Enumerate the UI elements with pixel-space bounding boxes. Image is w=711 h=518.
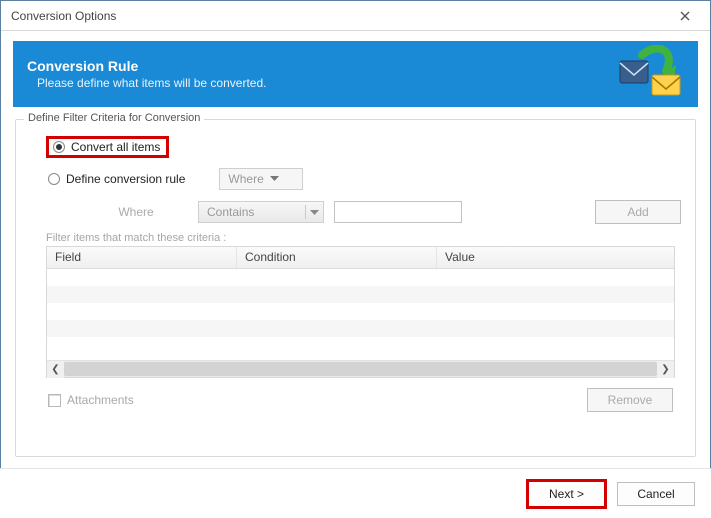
scroll-thumb[interactable] xyxy=(64,362,657,376)
attachments-label: Attachments xyxy=(67,393,134,407)
remove-button[interactable]: Remove xyxy=(587,388,673,412)
attachments-checkbox[interactable]: Attachments xyxy=(48,393,134,407)
criteria-hint: Filter items that match these criteria : xyxy=(30,232,681,244)
horizontal-scrollbar[interactable]: ❮ ❯ xyxy=(47,360,674,377)
radio-define-rule-label: Define conversion rule xyxy=(66,172,185,186)
cancel-button[interactable]: Cancel xyxy=(617,482,695,506)
table-row xyxy=(47,269,674,286)
checkbox-box xyxy=(48,394,61,407)
scroll-right-icon[interactable]: ❯ xyxy=(657,361,674,378)
add-button[interactable]: Add xyxy=(595,200,681,224)
banner-subtitle: Please define what items will be convert… xyxy=(27,76,266,90)
title-bar: Conversion Options xyxy=(1,1,710,31)
filter-criteria-group: Define Filter Criteria for Conversion Co… xyxy=(15,119,696,457)
banner-title: Conversion Rule xyxy=(27,58,266,74)
where-dropdown[interactable]: Where xyxy=(219,168,303,190)
mail-convert-icon xyxy=(618,45,684,101)
chevron-down-icon xyxy=(310,210,319,216)
window-title: Conversion Options xyxy=(11,9,668,23)
table-body xyxy=(47,269,674,360)
where-label: Where xyxy=(84,205,188,219)
group-legend: Define Filter Criteria for Conversion xyxy=(24,112,204,124)
table-row xyxy=(47,337,674,354)
banner: Conversion Rule Please define what items… xyxy=(13,41,698,107)
scroll-left-icon[interactable]: ❮ xyxy=(47,361,64,378)
contains-dropdown-value: Contains xyxy=(207,205,254,219)
col-value[interactable]: Value xyxy=(437,247,674,268)
col-condition[interactable]: Condition xyxy=(237,247,437,268)
table-row xyxy=(47,320,674,337)
table-header: Field Condition Value xyxy=(47,247,674,269)
col-field[interactable]: Field xyxy=(47,247,237,268)
next-button[interactable]: Next > xyxy=(526,479,607,509)
footer: Next > Cancel xyxy=(0,468,711,518)
contains-dropdown[interactable]: Contains xyxy=(198,201,324,223)
table-row xyxy=(47,303,674,320)
close-button[interactable] xyxy=(668,6,702,26)
radio-convert-all[interactable] xyxy=(53,141,65,153)
where-dropdown-value: Where xyxy=(228,172,263,186)
convert-all-highlight: Convert all items xyxy=(46,136,169,158)
table-row xyxy=(47,286,674,303)
banner-icon xyxy=(618,45,684,104)
scroll-track[interactable] xyxy=(64,361,657,377)
radio-define-rule[interactable] xyxy=(48,173,60,185)
chevron-down-icon xyxy=(270,176,279,182)
radio-convert-all-label: Convert all items xyxy=(71,140,160,154)
criteria-table: Field Condition Value ❮ ❯ xyxy=(46,246,675,378)
close-icon xyxy=(680,11,690,21)
value-input[interactable] xyxy=(334,201,462,223)
